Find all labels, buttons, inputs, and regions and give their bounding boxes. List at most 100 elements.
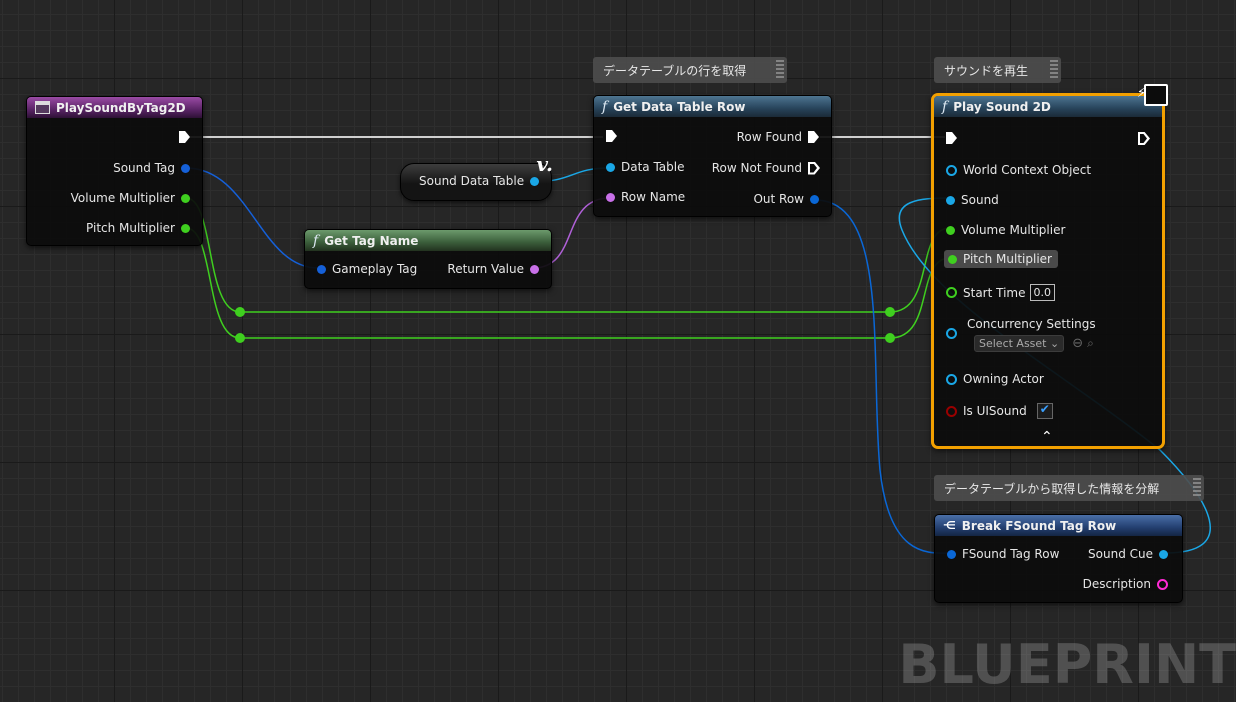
object-pin-icon xyxy=(946,195,955,205)
monitor-icon xyxy=(1144,84,1168,106)
search-icon[interactable]: ⌕ xyxy=(1087,336,1094,351)
play-sound-exec-out[interactable] xyxy=(1138,132,1150,145)
pin-pitch-multiplier[interactable]: Pitch Multiplier xyxy=(86,221,190,235)
name-pin-icon xyxy=(606,192,615,202)
get-row-header[interactable]: f Get Data Table Row xyxy=(594,96,831,117)
struct-pin-icon xyxy=(947,549,956,559)
concurrency-label-row: Concurrency Settings xyxy=(967,317,1096,331)
get-data-table-row-node[interactable]: f Get Data Table Row Data Table Row Name… xyxy=(593,95,832,217)
blueprint-watermark: BLUEPRINT xyxy=(898,633,1236,696)
comment-pin-icon xyxy=(1193,478,1201,496)
comment-pin-icon xyxy=(776,60,784,78)
float-pin-icon xyxy=(946,225,955,235)
pin-label: Volume Multiplier xyxy=(70,191,175,205)
pin-volume-multiplier-in[interactable]: Volume Multiplier xyxy=(946,223,1065,237)
wire-sound-tag xyxy=(185,167,319,269)
object-pin-icon xyxy=(530,176,540,186)
pin-label: Out Row xyxy=(753,192,804,206)
variable-label: Sound Data Table xyxy=(419,174,525,188)
event-node[interactable]: PlaySoundByTag2D Sound Tag Volume Multip… xyxy=(26,96,203,246)
play-sound-exec-in[interactable] xyxy=(946,132,957,144)
pin-label: Volume Multiplier xyxy=(961,223,1066,237)
play-sound-2d-node[interactable]: f Play Sound 2D ⚡ World Context Object S… xyxy=(931,84,1168,449)
pin-concurrency-settings[interactable] xyxy=(946,328,963,339)
pin-out-row[interactable]: Out Row xyxy=(753,192,819,206)
float-pin-icon xyxy=(948,254,957,264)
get-tag-name-header[interactable]: f Get Tag Name xyxy=(305,230,551,251)
pin-label: Description xyxy=(1082,577,1151,591)
pin-is-ui-sound[interactable]: Is UISound xyxy=(946,402,1053,419)
pin-label: Row Found xyxy=(736,130,802,144)
concurrency-asset-select[interactable]: Select Asset ⌄ xyxy=(974,335,1065,352)
pin-label: Gameplay Tag xyxy=(332,262,418,276)
exec-pin-hollow-icon xyxy=(1138,132,1150,145)
break-struct-icon: ⋲ xyxy=(943,519,956,532)
pin-sound-tag[interactable]: Sound Tag xyxy=(113,161,190,175)
pin-sound[interactable]: Sound xyxy=(946,193,999,207)
event-node-title: PlaySoundByTag2D xyxy=(56,100,186,115)
name-pin-icon xyxy=(530,264,539,274)
collapse-pins-button[interactable]: ⌃ xyxy=(1041,429,1053,445)
wire-pitch xyxy=(185,227,951,339)
float-pin-icon xyxy=(946,287,957,298)
pin-return-value[interactable]: Return Value xyxy=(447,262,539,276)
comment-break[interactable]: データテーブルから取得した情報を分解 xyxy=(934,475,1204,501)
bool-pin-icon xyxy=(946,405,957,417)
browse-back-icon[interactable]: ⊖ xyxy=(1072,336,1083,351)
break-node-title: Break FSound Tag Row xyxy=(961,518,1117,533)
event-exec-out[interactable] xyxy=(179,131,190,143)
exec-pin-icon xyxy=(946,132,957,144)
select-label: Select Asset xyxy=(979,337,1047,350)
pin-label: Owning Actor xyxy=(963,372,1044,386)
get-row-title: Get Data Table Row xyxy=(613,99,746,114)
is-ui-sound-checkbox[interactable] xyxy=(1036,402,1053,419)
object-pin-icon xyxy=(946,373,957,385)
pin-owning-actor[interactable]: Owning Actor xyxy=(946,372,1044,386)
pin-volume-multiplier[interactable]: Volume Multiplier xyxy=(71,191,190,205)
start-time-input[interactable]: 0.0 xyxy=(1029,284,1055,301)
struct-pin-icon xyxy=(317,264,326,274)
chevron-down-icon: ⌄ xyxy=(1050,337,1060,350)
pin-row-not-found[interactable]: Row Not Found xyxy=(712,161,820,175)
pin-gameplay-tag[interactable]: Gameplay Tag xyxy=(317,262,417,276)
object-pin-icon xyxy=(1159,549,1168,559)
float-pin-icon xyxy=(181,223,190,233)
comment-get-row[interactable]: データテーブルの行を取得 xyxy=(593,57,787,83)
get-tag-name-node[interactable]: f Get Tag Name Gameplay Tag Return Value xyxy=(304,229,552,289)
pin-description[interactable]: Description xyxy=(1083,577,1168,591)
pin-start-time[interactable]: Start Time 0.0 xyxy=(946,284,1055,301)
pin-fsound-tag-row[interactable]: FSound Tag Row xyxy=(947,547,1059,561)
comment-text: サウンドを再生 xyxy=(944,63,1029,78)
pin-pitch-multiplier-in[interactable]: Pitch Multiplier xyxy=(944,250,1058,268)
pin-label: Sound Cue xyxy=(1088,547,1153,561)
break-fsound-tag-row-node[interactable]: ⋲ Break FSound Tag Row FSound Tag Row So… xyxy=(934,514,1183,603)
exec-pin-icon xyxy=(808,131,819,143)
exec-pin-hollow-icon xyxy=(808,162,820,175)
function-icon: f xyxy=(602,98,608,115)
break-node-header[interactable]: ⋲ Break FSound Tag Row xyxy=(935,515,1182,536)
pin-label: Row Name xyxy=(621,190,686,204)
sound-data-table-variable[interactable]: Sound Data Table v. xyxy=(400,152,553,201)
pin-label: FSound Tag Row xyxy=(962,547,1060,561)
pin-row-name[interactable]: Row Name xyxy=(606,190,685,204)
pin-sound-data-table[interactable]: Sound Data Table xyxy=(419,174,540,188)
pin-sound-cue[interactable]: Sound Cue xyxy=(1088,547,1168,561)
wire-volume xyxy=(185,197,951,313)
pin-world-context-object[interactable]: World Context Object xyxy=(946,163,1091,177)
struct-pin-icon xyxy=(181,163,190,173)
comment-text: データテーブルから取得した情報を分解 xyxy=(944,481,1160,496)
event-icon xyxy=(35,101,50,114)
pin-label: World Context Object xyxy=(963,163,1092,177)
comment-play-sound[interactable]: サウンドを再生 xyxy=(934,57,1061,83)
float-pin-icon xyxy=(181,193,190,203)
string-pin-icon xyxy=(1157,578,1168,590)
get-row-exec-in[interactable] xyxy=(606,130,617,142)
pin-label: Pitch Multiplier xyxy=(963,252,1052,266)
event-node-header[interactable]: PlaySoundByTag2D xyxy=(27,97,202,118)
function-icon: f xyxy=(313,232,319,249)
object-pin-icon xyxy=(606,162,615,172)
pin-label: Data Table xyxy=(621,160,685,174)
pin-row-found[interactable]: Row Found xyxy=(737,130,819,144)
pin-data-table[interactable]: Data Table xyxy=(606,160,685,174)
play-sound-header[interactable]: f Play Sound 2D xyxy=(934,96,1162,117)
